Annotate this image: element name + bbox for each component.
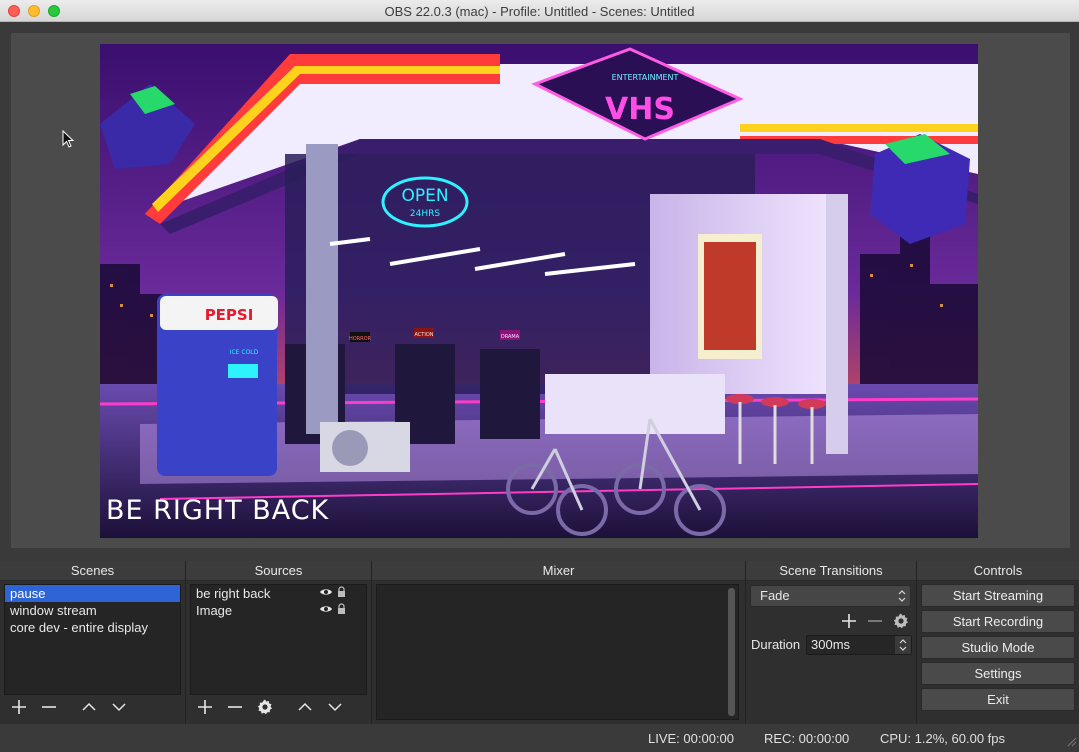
minus-icon — [228, 706, 242, 708]
start-streaming-button[interactable]: Start Streaming — [921, 584, 1075, 607]
scenes-toolbar — [4, 695, 181, 719]
move-source-down-button[interactable] — [320, 696, 350, 718]
scene-item[interactable]: window stream — [5, 602, 180, 619]
settings-button[interactable]: Settings — [921, 662, 1075, 685]
transition-select[interactable]: Fade — [750, 585, 911, 607]
scenes-list[interactable]: pause window stream core dev - entire di… — [4, 584, 181, 695]
duration-value: 300ms — [811, 637, 851, 652]
window-title: OBS 22.0.3 (mac) - Profile: Untitled - S… — [384, 4, 695, 19]
scene-illustration: VHS ENTERTAINMENT OPEN 24HRS HORROR ACTI… — [100, 44, 978, 538]
plus-icon — [842, 614, 856, 628]
source-item[interactable]: Image — [191, 602, 366, 619]
eye-icon[interactable] — [319, 587, 333, 597]
minus-icon — [42, 706, 56, 708]
24hrs-sign: 24HRS — [410, 209, 440, 219]
start-recording-button[interactable]: Start Recording — [921, 610, 1075, 633]
live-status: LIVE: 00:00:00 — [648, 731, 735, 746]
remove-source-button[interactable] — [220, 696, 250, 718]
preview-canvas[interactable]: VHS ENTERTAINMENT OPEN 24HRS HORROR ACTI… — [100, 44, 978, 538]
cpu-status: CPU: 1.2%, 60.00 fps — [880, 731, 1006, 746]
title-bar: OBS 22.0.3 (mac) - Profile: Untitled - S… — [0, 0, 1079, 22]
open-sign: OPEN — [401, 186, 448, 206]
resize-grip-icon[interactable] — [1067, 735, 1077, 750]
action-sign: ACTION — [414, 332, 433, 338]
controls-header: Controls — [917, 561, 1079, 581]
mixer-header: Mixer — [372, 561, 745, 581]
source-item-label: be right back — [196, 586, 271, 601]
studio-mode-button[interactable]: Studio Mode — [921, 636, 1075, 659]
move-source-up-button[interactable] — [290, 696, 320, 718]
exit-button[interactable]: Exit — [921, 688, 1075, 711]
horror-sign: HORROR — [349, 336, 372, 342]
source-item[interactable]: be right back — [191, 585, 366, 602]
source-properties-button[interactable] — [250, 696, 280, 718]
transitions-header: Scene Transitions — [746, 561, 916, 581]
updown-arrows-icon — [894, 586, 910, 606]
chevron-down-icon — [328, 703, 342, 712]
chevron-up-icon — [298, 702, 312, 711]
sources-toolbar — [190, 695, 367, 719]
transition-properties-button[interactable] — [886, 610, 916, 632]
source-item-label: Image — [196, 603, 233, 618]
ice-cold-sign: ICE COLD — [230, 349, 259, 356]
plus-icon — [198, 700, 212, 714]
scene-item[interactable]: core dev - entire display — [5, 619, 180, 636]
duration-spinbox[interactable]: 300ms — [806, 635, 912, 655]
sources-list[interactable]: be right back Image — [190, 584, 367, 695]
plus-icon — [12, 700, 26, 714]
minus-icon — [868, 620, 882, 622]
be-right-back-text: BE RIGHT BACK — [106, 495, 330, 526]
remove-scene-button[interactable] — [34, 696, 64, 718]
rec-status: REC: 00:00:00 — [764, 731, 850, 746]
scenes-header: Scenes — [0, 561, 185, 581]
eye-icon[interactable] — [319, 604, 333, 614]
entertainment-sign: ENTERTAINMENT — [612, 73, 679, 82]
lock-icon[interactable] — [337, 586, 346, 597]
gear-icon — [893, 613, 908, 629]
cursor-icon — [62, 129, 75, 151]
gear-icon — [257, 699, 272, 715]
chevron-down-icon — [112, 703, 126, 712]
move-scene-down-button[interactable] — [104, 696, 134, 718]
lock-icon[interactable] — [337, 603, 346, 614]
drama-sign: DRAMA — [501, 334, 520, 340]
duration-label: Duration — [751, 637, 801, 652]
add-scene-button[interactable] — [4, 696, 34, 718]
mixer-panel[interactable] — [376, 584, 739, 720]
transition-selected-value: Fade — [760, 588, 790, 603]
spin-arrows-icon[interactable] — [895, 636, 911, 654]
vhs-sign: VHS — [605, 92, 675, 127]
add-source-button[interactable] — [190, 696, 220, 718]
chevron-up-icon — [82, 702, 96, 711]
scene-item[interactable]: pause — [5, 585, 180, 602]
mixer-scrollbar[interactable] — [728, 588, 735, 716]
move-scene-up-button[interactable] — [74, 696, 104, 718]
sources-header: Sources — [186, 561, 371, 581]
pepsi-sign: PEPSI — [205, 306, 254, 324]
